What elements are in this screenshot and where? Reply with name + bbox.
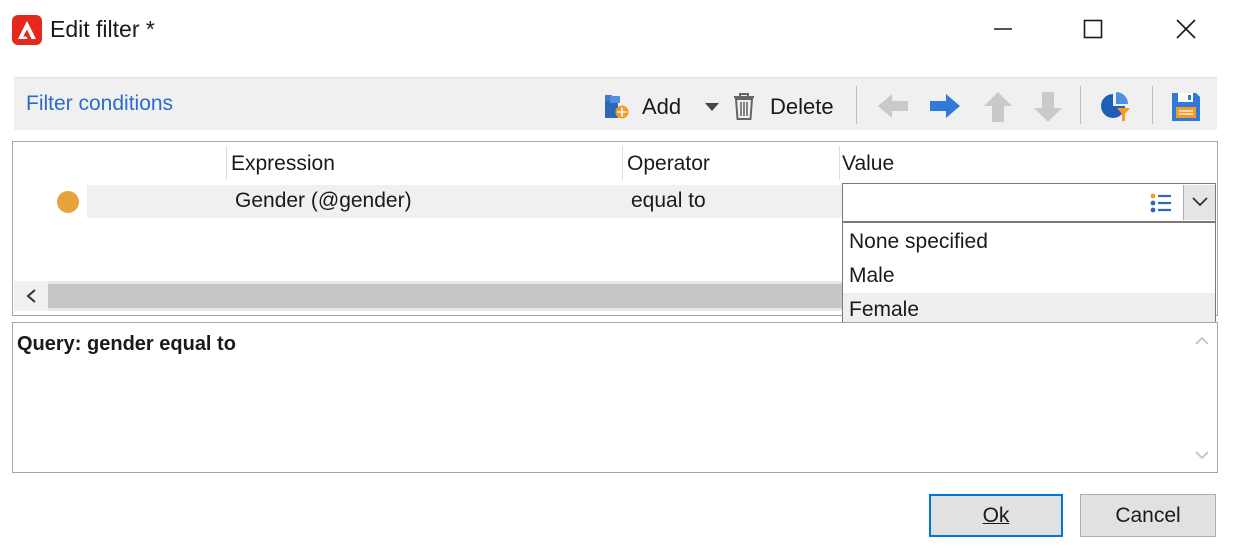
arrow-up-icon <box>984 92 1012 122</box>
maximize-button[interactable] <box>1070 8 1116 50</box>
toolbar-separator <box>856 86 857 124</box>
pie-filter-icon <box>1101 92 1130 121</box>
dropdown-toggle-button[interactable] <box>1183 185 1215 220</box>
query-preview: Query: gender equal to <box>12 322 1218 473</box>
arrow-left-icon <box>878 94 908 118</box>
add-button[interactable]: Add <box>602 86 722 124</box>
toolbar-separator <box>1080 86 1081 124</box>
save-button[interactable] <box>1170 86 1206 124</box>
arrow-right-icon <box>930 94 960 118</box>
save-icon <box>1172 93 1200 121</box>
move-right-button[interactable] <box>928 86 964 124</box>
close-button[interactable] <box>1163 8 1209 50</box>
chevron-down-icon <box>1192 197 1208 207</box>
scrollbar-thumb[interactable] <box>48 284 844 308</box>
arrow-down-icon <box>1034 92 1062 122</box>
chevron-down-icon <box>1195 451 1209 460</box>
move-down-button[interactable] <box>1032 86 1066 124</box>
chevron-down-icon <box>705 103 719 111</box>
value-input[interactable] <box>843 184 1143 221</box>
delete-button[interactable]: Delete <box>730 86 850 124</box>
move-left-button[interactable] <box>876 86 912 124</box>
chevron-left-icon <box>26 289 36 303</box>
enumeration-list-icon[interactable] <box>1149 192 1173 214</box>
query-text: Query: gender equal to <box>17 333 236 355</box>
column-header-operator[interactable]: Operator <box>627 152 710 176</box>
adobe-app-icon <box>12 15 42 45</box>
toolbar-separator <box>1152 86 1153 124</box>
filter-toolbar: Filter conditions Add Delete <box>14 77 1217 130</box>
cancel-label: Cancel <box>1115 503 1181 527</box>
cancel-button[interactable]: Cancel <box>1080 494 1216 537</box>
operator-cell[interactable]: equal to <box>631 189 706 213</box>
close-icon <box>1176 19 1196 39</box>
horizontal-scrollbar[interactable] <box>14 281 844 311</box>
minimize-button[interactable] <box>980 8 1026 50</box>
table-row[interactable]: Gender (@gender) equal to <box>87 185 844 218</box>
add-label: Add <box>642 94 682 119</box>
filter-distribution-button[interactable] <box>1098 86 1134 124</box>
chevron-up-icon <box>1195 336 1209 345</box>
expression-cell[interactable]: Gender (@gender) <box>235 189 412 213</box>
trash-icon <box>734 93 754 120</box>
ok-label: Ok <box>982 503 1010 527</box>
value-dropdown-list: None specified Male Female <box>842 222 1216 327</box>
column-header-expression[interactable]: Expression <box>231 152 335 176</box>
condition-status-dot <box>57 191 79 213</box>
delete-label: Delete <box>770 94 834 119</box>
add-condition-icon <box>605 95 629 119</box>
window-title: Edit filter * <box>50 16 155 42</box>
title-bar: Edit filter * <box>0 0 1234 60</box>
vertical-scrollbar[interactable] <box>1186 324 1217 471</box>
value-combobox[interactable] <box>842 183 1216 222</box>
column-header-value[interactable]: Value <box>842 152 894 176</box>
column-divider[interactable] <box>839 146 840 180</box>
column-divider[interactable] <box>622 146 623 180</box>
dropdown-option-none-specified[interactable]: None specified <box>843 225 1215 259</box>
ok-button[interactable]: Ok <box>929 494 1063 537</box>
move-up-button[interactable] <box>982 86 1016 124</box>
dropdown-option-male[interactable]: Male <box>843 259 1215 293</box>
filter-conditions-title: Filter conditions <box>26 92 174 115</box>
scroll-left-button[interactable] <box>14 281 48 311</box>
column-divider[interactable] <box>226 146 227 180</box>
